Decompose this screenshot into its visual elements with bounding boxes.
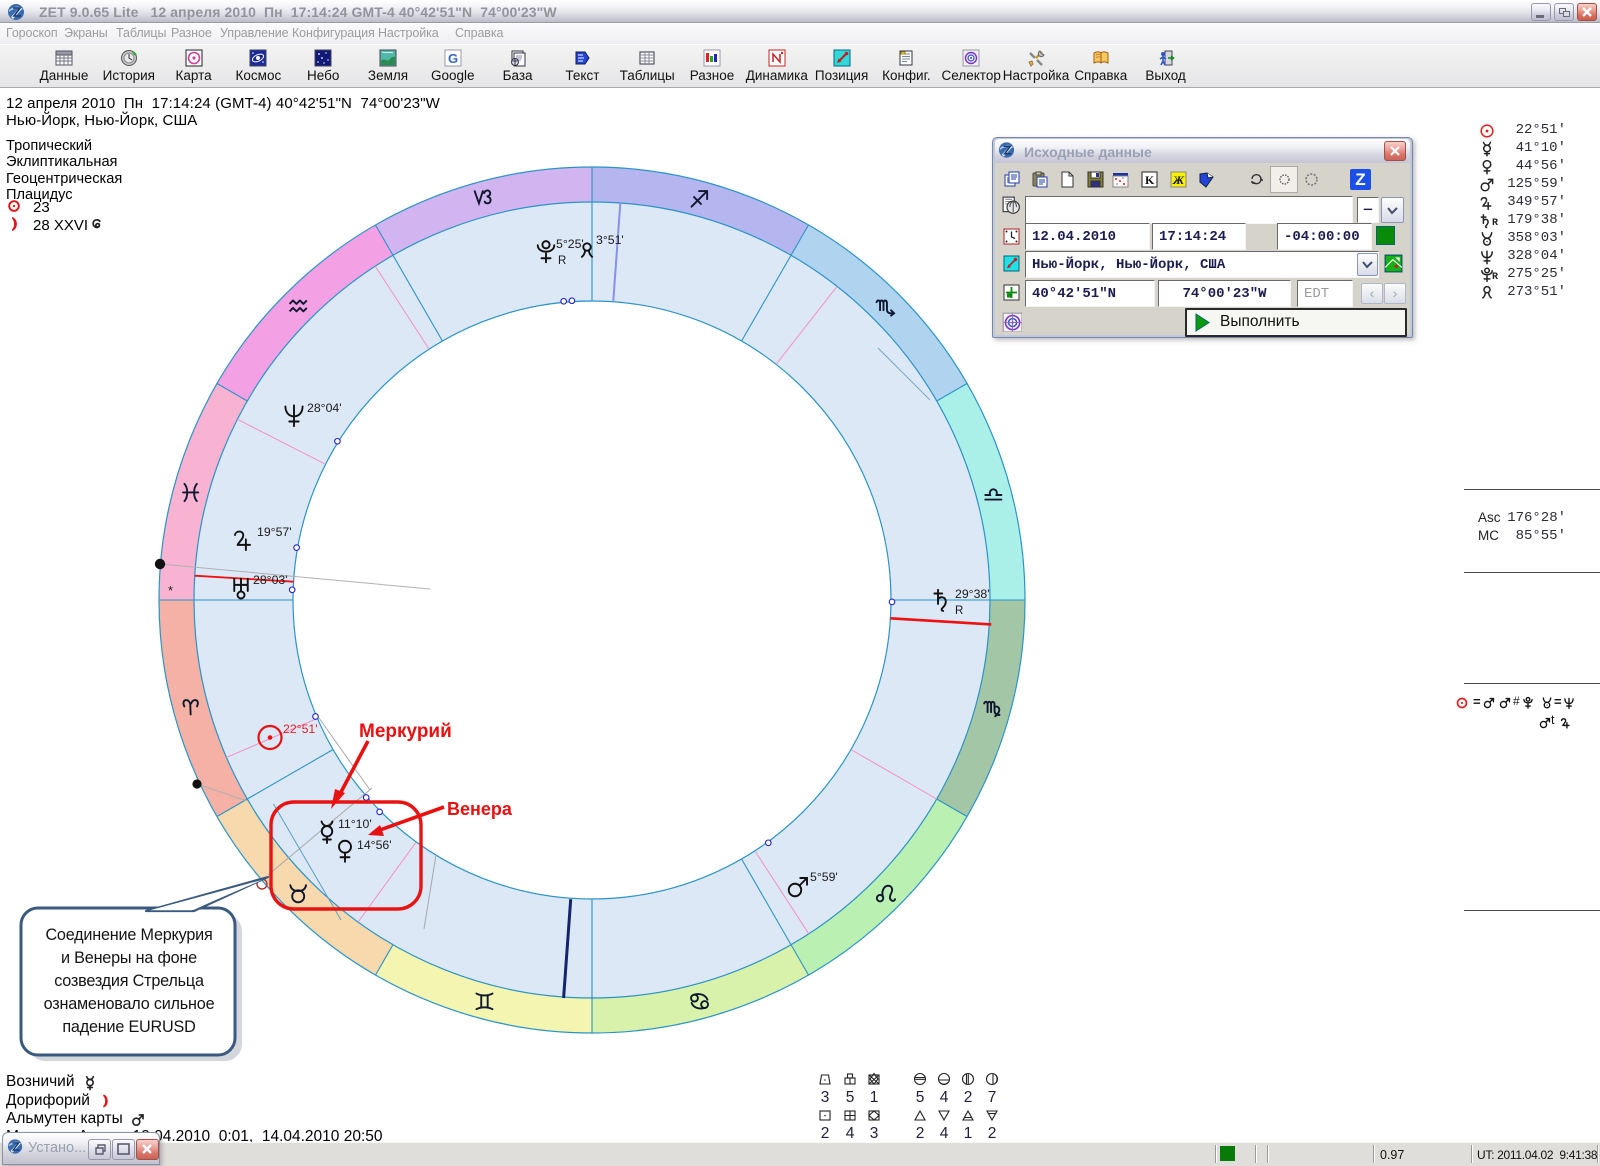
svg-text:11°10': 11°10' [338,817,372,831]
svg-text:28°03': 28°03' [253,573,288,587]
svg-text:Соединение Меркурия: Соединение Меркурия [45,926,212,944]
svg-text:*: * [168,583,173,598]
svg-text:29°38': 29°38' [955,587,990,601]
svg-text:R: R [558,255,566,267]
svg-text:5°59': 5°59' [810,870,838,884]
svg-text:5°25': 5°25' [556,237,584,251]
svg-text:19°57': 19°57' [257,525,292,539]
svg-text:Венера: Венера [447,799,513,819]
svg-text:ознаменовало сильное: ознаменовало сильное [44,995,215,1013]
svg-text:Ж: Ж [1172,173,1185,187]
svg-text:R: R [955,605,963,617]
svg-text:падение EURUSD: падение EURUSD [62,1018,195,1036]
svg-text:22°51': 22°51' [283,722,318,736]
svg-text:K: K [1145,173,1155,187]
svg-text:3°51': 3°51' [596,233,624,247]
svg-text:созвездия Стрельца: созвездия Стрельца [54,972,204,990]
svg-text:Меркурий: Меркурий [359,721,452,742]
svg-text:14°56': 14°56' [357,838,392,852]
svg-text:28°04': 28°04' [307,401,342,415]
svg-text:и Венеры на фоне: и Венеры на фоне [61,949,197,967]
